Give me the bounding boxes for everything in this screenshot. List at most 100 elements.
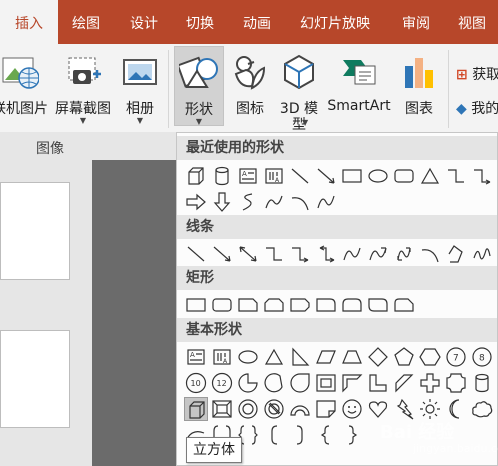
oval-icon[interactable] xyxy=(236,345,260,369)
rounded-rectangle-icon[interactable] xyxy=(392,164,416,188)
decagon-icon[interactable]: 10 xyxy=(184,371,208,395)
diamond-icon[interactable] xyxy=(366,345,390,369)
s-curve-icon[interactable] xyxy=(236,190,260,214)
arrow-line-icon[interactable] xyxy=(210,242,234,266)
triangle-icon[interactable] xyxy=(262,345,286,369)
curved-double-arrow-connector-icon[interactable] xyxy=(392,242,416,266)
elbow-arrow-connector-icon[interactable] xyxy=(470,164,494,188)
right-arrow-icon[interactable] xyxy=(184,190,208,214)
my-addins-button[interactable]: ◆ 我的 xyxy=(456,98,498,118)
chevron-down-icon: ▼ xyxy=(195,117,203,126)
triangle-icon[interactable] xyxy=(418,164,442,188)
tab-transitions[interactable]: 切换 xyxy=(186,0,214,44)
parallelogram-icon[interactable] xyxy=(314,345,338,369)
can-shape-icon[interactable] xyxy=(470,371,494,395)
left-brace-icon[interactable] xyxy=(314,423,338,447)
arc-icon[interactable] xyxy=(418,242,442,266)
tab-view[interactable]: 视图 xyxy=(458,0,486,44)
curved-connector-icon[interactable] xyxy=(340,242,364,266)
get-addins-button[interactable]: ⊞ 获取 xyxy=(456,64,498,84)
line-icon[interactable] xyxy=(184,242,208,266)
hexagon-icon[interactable] xyxy=(418,345,442,369)
smartart-icon xyxy=(339,52,379,96)
trapezoid-icon[interactable] xyxy=(340,345,364,369)
l-shape-icon[interactable] xyxy=(366,371,390,395)
elbow-connector-icon[interactable] xyxy=(262,242,286,266)
tab-design[interactable]: 设计 xyxy=(130,0,158,44)
snip-same-side-rectangle-icon[interactable] xyxy=(262,293,286,317)
icons-button[interactable]: 图标 xyxy=(228,46,272,126)
wave-curve-icon[interactable] xyxy=(262,190,286,214)
vertical-text-box-icon[interactable]: A xyxy=(210,345,234,369)
double-arrow-line-icon[interactable] xyxy=(236,242,260,266)
round-single-corner-rectangle-icon[interactable] xyxy=(314,293,338,317)
shapes-button[interactable]: 形状 ▼ xyxy=(174,46,224,126)
right-bracket-icon[interactable] xyxy=(288,423,312,447)
cube-shape-icon[interactable] xyxy=(184,397,208,421)
tab-animations[interactable]: 动画 xyxy=(243,0,271,44)
vertical-text-box-icon[interactable]: A xyxy=(262,164,286,188)
screenshot-button[interactable]: 屏幕截图 ▼ xyxy=(50,46,116,126)
elbow-connector-icon[interactable] xyxy=(444,164,468,188)
heptagon-icon[interactable]: 7 xyxy=(444,345,468,369)
arc-icon[interactable] xyxy=(288,190,312,214)
slide-thumbnail[interactable] xyxy=(0,182,70,280)
cloud-icon[interactable] xyxy=(470,397,494,421)
section-recent-shapes: 最近使用的形状 xyxy=(177,136,497,160)
rounded-rectangle-icon[interactable] xyxy=(210,293,234,317)
slide-thumbnail[interactable] xyxy=(0,330,70,428)
pie-icon[interactable] xyxy=(236,371,260,395)
half-frame-icon[interactable] xyxy=(340,371,364,395)
rectangle-icon[interactable] xyxy=(184,293,208,317)
curved-arrow-connector-icon[interactable] xyxy=(366,242,390,266)
pentagon-icon[interactable] xyxy=(392,345,416,369)
bevel-icon[interactable] xyxy=(210,397,234,421)
plaque-icon[interactable] xyxy=(444,371,468,395)
smartart-button[interactable]: SmartArt xyxy=(326,46,392,126)
block-arc-icon[interactable] xyxy=(288,397,312,421)
cube-shape-icon[interactable] xyxy=(184,164,208,188)
photo-album-button[interactable]: 相册 ▼ xyxy=(118,46,162,126)
octagon-icon[interactable]: 8 xyxy=(470,345,494,369)
tab-review[interactable]: 审阅 xyxy=(402,0,430,44)
text-box-icon[interactable]: A xyxy=(184,345,208,369)
section-rectangles: 矩形 xyxy=(177,266,497,290)
donut-icon[interactable] xyxy=(236,397,260,421)
teardrop-icon[interactable] xyxy=(288,371,312,395)
tab-insert[interactable]: 插入 xyxy=(0,0,58,44)
snip-diagonal-rectangle-icon[interactable] xyxy=(288,293,312,317)
folded-corner-icon[interactable] xyxy=(314,397,338,421)
snip-and-round-rectangle-icon[interactable] xyxy=(392,293,416,317)
smiley-face-icon[interactable] xyxy=(340,397,364,421)
can-shape-icon[interactable] xyxy=(210,164,234,188)
frame-icon[interactable] xyxy=(314,371,338,395)
online-pictures-button[interactable]: 联机图片 xyxy=(0,46,50,126)
right-triangle-icon[interactable] xyxy=(288,345,312,369)
down-arrow-icon[interactable] xyxy=(210,190,234,214)
dodecagon-icon[interactable]: 12 xyxy=(210,371,234,395)
elbow-double-arrow-connector-icon[interactable] xyxy=(314,242,338,266)
no-symbol-icon[interactable] xyxy=(262,397,286,421)
line-icon[interactable] xyxy=(288,164,312,188)
snip-single-corner-rectangle-icon[interactable] xyxy=(236,293,260,317)
tab-slideshow[interactable]: 幻灯片放映 xyxy=(300,0,370,44)
curved-connector-icon[interactable] xyxy=(314,190,338,214)
left-bracket-icon[interactable] xyxy=(262,423,286,447)
arrow-line-icon[interactable] xyxy=(314,164,338,188)
oval-icon[interactable] xyxy=(366,164,390,188)
plus-icon[interactable] xyxy=(418,371,442,395)
tab-draw[interactable]: 绘图 xyxy=(72,0,100,44)
right-brace-icon[interactable] xyxy=(340,423,364,447)
chart-button[interactable]: 图表 xyxy=(396,46,442,126)
chord-icon[interactable] xyxy=(262,371,286,395)
elbow-arrow-connector-icon[interactable] xyxy=(288,242,312,266)
text-box-icon[interactable]: A xyxy=(236,164,260,188)
scribble-icon[interactable] xyxy=(470,242,494,266)
round-diagonal-rectangle-icon[interactable] xyxy=(366,293,390,317)
diagonal-stripe-icon[interactable] xyxy=(392,371,416,395)
round-same-side-rectangle-icon[interactable] xyxy=(340,293,364,317)
shapes-dropdown-menu: 最近使用的形状 AA 线条 矩形 基本形状 AA78 10 12 xyxy=(176,132,498,466)
rectangle-icon[interactable] xyxy=(340,164,364,188)
3d-model-button[interactable]: 3D 模 型 ▼ xyxy=(274,46,324,133)
freeform-shape-icon[interactable] xyxy=(444,242,468,266)
